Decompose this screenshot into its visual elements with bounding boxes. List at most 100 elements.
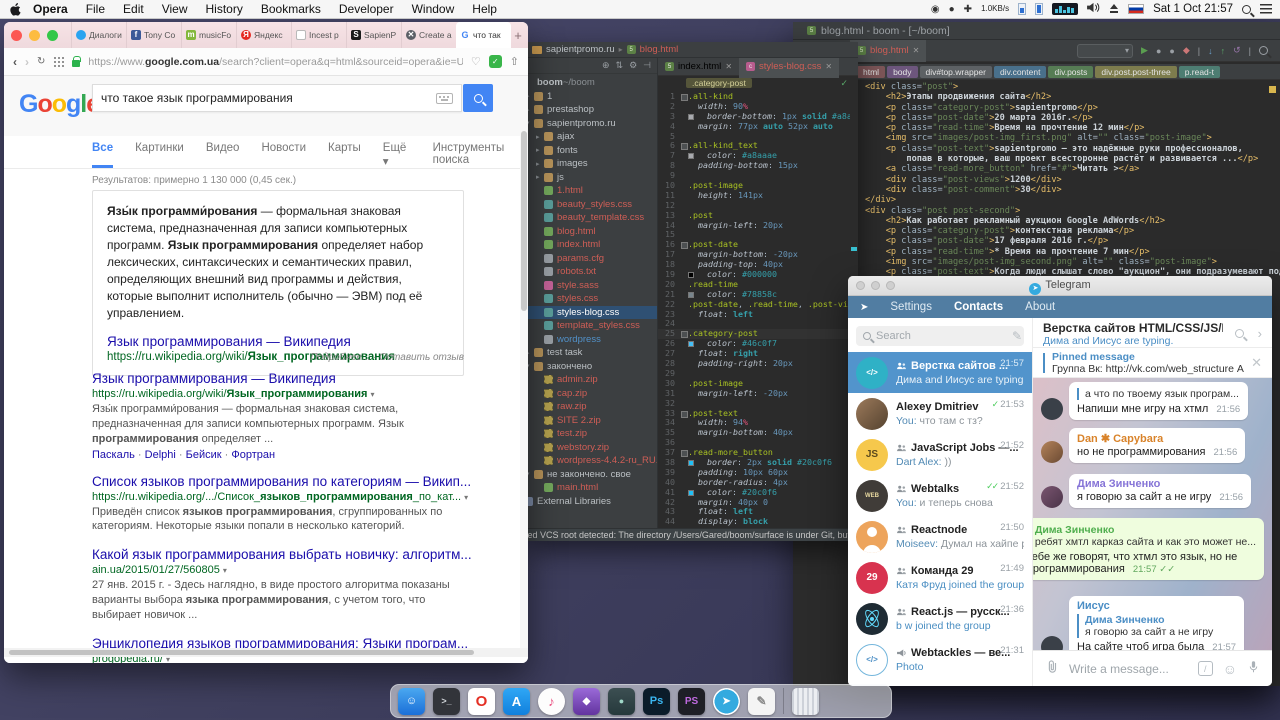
minimize-window-button[interactable] [871,281,880,290]
close-icon[interactable]: ✕ [1251,355,1262,371]
opera-icon[interactable]: O [468,687,495,715]
code-line[interactable]: 48 <img src="images/post-img_first.png" … [793,133,1280,144]
share-icon[interactable]: ⇧ [510,55,519,68]
vcs-commit-icon[interactable]: ↑ [1221,46,1226,56]
eject-icon[interactable] [1109,4,1119,14]
tree-item[interactable]: wordpress-4.4.2-ru_RU.zip [528,454,657,468]
tree-item[interactable]: index.html [528,238,657,252]
close-tab-icon[interactable]: ✕ [825,62,832,71]
minimize-window-button[interactable] [29,29,40,41]
nav-folder[interactable]: sapientpromo.ru [546,44,615,55]
tree-item[interactable]: robots.txt [528,265,657,279]
itunes-icon[interactable]: ♪ [538,687,565,715]
telegram-menu-about[interactable]: About [1025,301,1055,313]
chat-list-item[interactable]: </> Верстка сайтов ... Дима and Иисус are … [848,352,1032,393]
reload-icon[interactable]: ↻ [37,56,45,67]
volume-icon[interactable] [1087,0,1100,18]
security-badge-icon[interactable]: ✓ [488,55,502,68]
code-line[interactable]: 11 height: 141px [658,190,850,201]
code-line[interactable]: 29 [658,368,850,379]
menu-file[interactable]: File [86,2,105,16]
tree-item[interactable]: ▾boom ~/boom [528,76,657,90]
tree-item[interactable]: ▸prestashop [528,103,657,117]
tree-item[interactable]: ▸External Libraries [528,495,657,509]
google-nav-6[interactable]: Ещё ▾ [383,142,411,168]
trash-icon[interactable] [792,687,819,715]
menu-opera[interactable]: Opera [33,2,68,16]
horizontal-scrollbar[interactable] [4,648,528,657]
sender-name[interactable]: Дима Зинченко [1077,478,1243,490]
vertical-scrollbar[interactable] [520,76,528,648]
tree-item[interactable]: webstory.zip [528,441,657,455]
close-tab-icon[interactable]: ✕ [725,62,732,71]
code-line[interactable]: 60 <img src="images/post-img_second.png"… [793,257,1280,268]
code-line[interactable]: 15 [658,230,850,240]
telegram-icon[interactable]: ➤ [713,687,740,715]
editor-tab-index.html[interactable]: 5 index.html ✕ [658,58,739,78]
code-line[interactable]: 19 color: #000000 [658,269,850,280]
code-line[interactable]: 31 margin-left: -20px [658,388,850,399]
google-nav-4[interactable]: Новости [261,142,306,168]
code-line[interactable]: 42 margin: 40px 0 [658,497,850,508]
menu-window[interactable]: Window [412,2,455,16]
code-line[interactable]: 22.post-date, .read-time, .post-views [658,299,850,310]
fold-icon[interactable] [680,409,688,419]
browser-tab[interactable]: Incest p [291,22,346,48]
tree-item[interactable]: ▸1 [528,90,657,104]
menu-edit[interactable]: Edit [123,2,144,16]
ide-title-bar[interactable]: 5 blog.html - boom - [~/boom] [793,22,1280,40]
menubar-clock[interactable]: Sat 1 Oct 21:57 [1153,3,1233,15]
dark-app-icon[interactable]: ● [608,687,635,715]
collapse-icon[interactable]: ⇅ [616,60,624,71]
result-title[interactable]: Какой язык программирования выбрать нови… [92,547,472,562]
hide-panel-icon[interactable]: ⊣ [643,60,651,71]
tree-item[interactable]: raw.zip [528,400,657,414]
emoji-icon[interactable]: ☺ [1223,661,1237,677]
code-line[interactable]: 4 margin: 77px auto 52px auto [658,121,850,132]
breadcrumb-div#top.wrapper[interactable]: div#top.wrapper [919,65,992,78]
browser-tab[interactable]: m musicFo [181,22,236,48]
css-selector-breadcrumb[interactable]: .category-post [686,78,752,88]
incoming-message[interactable]: Dan ✱ Capybara но не программирования 21:5… [1041,428,1246,463]
tree-item[interactable]: styles.css [528,292,657,306]
code-line[interactable]: 50 попав в которые, ваш проект всесторон… [793,154,1280,165]
tree-item[interactable]: main.html [528,481,657,495]
status-icon-2[interactable]: ● [949,4,955,15]
code-line[interactable]: 44 <h2>Этапы продвижения сайта</h2> [793,92,1280,103]
input-language-flag-icon[interactable] [1128,4,1145,14]
toolbar-icon[interactable]: ◆ [1183,45,1190,56]
telegram-menu-contacts[interactable]: Contacts [954,301,1003,313]
nav-file[interactable]: blog.html [640,44,679,55]
code-line[interactable]: 52 <div class="post-views">1200</div> [793,174,1280,185]
tree-item[interactable]: template_styles.css [528,319,657,333]
chat-list-item[interactable]: WEB Webtalks You: и теперь снова ✓✓ 21:52 [848,475,1032,516]
tree-item[interactable]: beauty_template.css [528,211,657,225]
tree-item[interactable]: wordpress [528,333,657,347]
browser-tab[interactable]: ✕ Create a [401,22,456,48]
settings-gear-icon[interactable]: ⚙ [629,60,637,71]
code-line[interactable]: 35 margin-bottom: 40px [658,427,850,438]
telegram-menu-settings[interactable]: Settings [890,301,932,313]
vcs-update-icon[interactable]: ↓ [1208,46,1213,56]
run-icon[interactable]: ▶ [1141,45,1148,56]
tree-item[interactable]: ▾sapientpromo.ru [528,117,657,131]
pinned-message-bar[interactable]: Pinned message Группа Вк: http://vk.com/… [1033,348,1272,378]
sitelink[interactable]: Фортран [231,449,275,461]
google-nav-5[interactable]: Карты [328,142,361,168]
tree-item[interactable]: style.sass [528,279,657,293]
result-title[interactable]: Список языков программирования по катего… [92,474,472,489]
fold-icon[interactable] [680,141,688,151]
editor-tab-styles-blog.css[interactable]: c styles-blog.css ✕ [739,58,840,78]
tree-item[interactable]: params.cfg [528,252,657,266]
code-line[interactable]: 12 [658,200,850,211]
browser-tab[interactable]: Я Яндекс [236,22,291,48]
fold-icon[interactable] [680,329,688,339]
message-input[interactable]: Write a message... [1069,662,1188,676]
breadcrumb-div.posts[interactable]: div.posts [1048,65,1094,78]
tree-item[interactable]: SITE 2.zip [528,414,657,428]
breadcrumb-div.post.post-three[interactable]: div.post.post-three [1095,65,1177,78]
bookmark-heart-icon[interactable]: ♡ [471,55,481,68]
notification-center-icon[interactable] [1260,4,1272,14]
close-window-button[interactable] [11,29,22,41]
telegram-title-bar[interactable]: ➤ Telegram [848,276,1272,296]
